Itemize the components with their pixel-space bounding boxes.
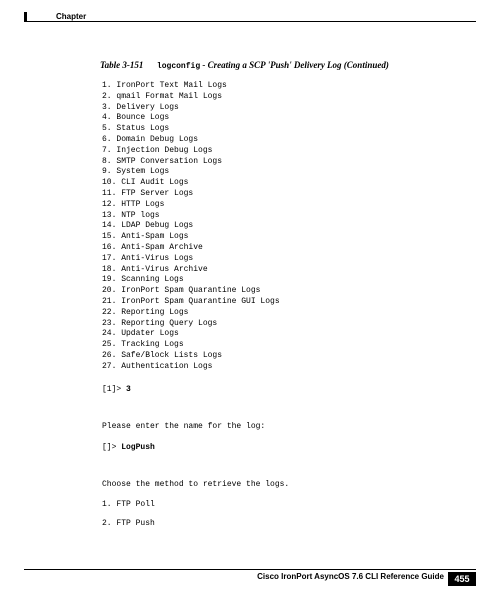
list-item: 2. FTP Push: [102, 518, 460, 529]
list-item: 5. Status Logs: [102, 124, 460, 135]
cli-prompt-name: []> LogPush: [102, 443, 460, 452]
chapter-label: Chapter: [56, 12, 86, 21]
table-title: Creating a SCP 'Push' Delivery Log (Cont…: [208, 60, 389, 70]
method-list: 1. FTP Poll 2. FTP Push: [102, 499, 460, 529]
list-item: 13. NTP logs: [102, 211, 460, 222]
page-number: 455: [448, 572, 476, 586]
list-item: 26. Safe/Block Lists Logs: [102, 351, 460, 362]
list-item: 16. Anti-Spam Archive: [102, 243, 460, 254]
header-rule: [24, 21, 476, 22]
list-item: 15. Anti-Spam Logs: [102, 232, 460, 243]
method-instruction: Choose the method to retrieve the logs.: [102, 480, 460, 489]
list-item: 23. Reporting Query Logs: [102, 319, 460, 330]
table-number: Table 3-151: [100, 60, 143, 70]
command-name: logconfig: [157, 62, 200, 71]
list-item: 18. Anti-Virus Archive: [102, 265, 460, 276]
user-input: 3: [126, 385, 131, 394]
list-item: 10. CLI Audit Logs: [102, 178, 460, 189]
list-item: 2. qmail Format Mail Logs: [102, 92, 460, 103]
list-item: 24. Updater Logs: [102, 329, 460, 340]
page-footer: Cisco IronPort AsyncOS 7.6 CLI Reference…: [24, 569, 476, 589]
footer-rule: [24, 569, 476, 570]
list-item: 1. FTP Poll: [102, 499, 460, 510]
list-item: 25. Tracking Logs: [102, 340, 460, 351]
list-item: 6. Domain Debug Logs: [102, 135, 460, 146]
user-input: LogPush: [121, 443, 155, 452]
name-instruction: Please enter the name for the log:: [102, 422, 460, 431]
list-item: 19. Scanning Logs: [102, 275, 460, 286]
header-tick-mark: [24, 12, 27, 21]
list-item: 7. Injection Debug Logs: [102, 146, 460, 157]
list-item: 17. Anti-Virus Logs: [102, 254, 460, 265]
list-item: 20. IronPort Spam Quarantine Logs: [102, 286, 460, 297]
list-item: 3. Delivery Logs: [102, 103, 460, 114]
page-content: Table 3-151 logconfig - Creating a SCP '…: [100, 60, 460, 537]
list-item: 8. SMTP Conversation Logs: [102, 157, 460, 168]
table-caption: Table 3-151 logconfig - Creating a SCP '…: [100, 60, 460, 71]
prompt-prefix: [1]>: [102, 385, 126, 394]
log-type-list: 1. IronPort Text Mail Logs 2. qmail Form…: [102, 81, 460, 373]
list-item: 9. System Logs: [102, 167, 460, 178]
list-item: 27. Authentication Logs: [102, 362, 460, 373]
prompt-prefix: []>: [102, 443, 121, 452]
page-header: Chapter: [24, 12, 476, 24]
list-item: 14. LDAP Debug Logs: [102, 221, 460, 232]
list-item: 4. Bounce Logs: [102, 113, 460, 124]
list-item: 11. FTP Server Logs: [102, 189, 460, 200]
list-item: 12. HTTP Logs: [102, 200, 460, 211]
cli-prompt-logtype: [1]> 3: [102, 385, 460, 394]
list-item: 1. IronPort Text Mail Logs: [102, 81, 460, 92]
list-item: 22. Reporting Logs: [102, 308, 460, 319]
guide-title: Cisco IronPort AsyncOS 7.6 CLI Reference…: [257, 572, 444, 581]
list-item: 21. IronPort Spam Quarantine GUI Logs: [102, 297, 460, 308]
